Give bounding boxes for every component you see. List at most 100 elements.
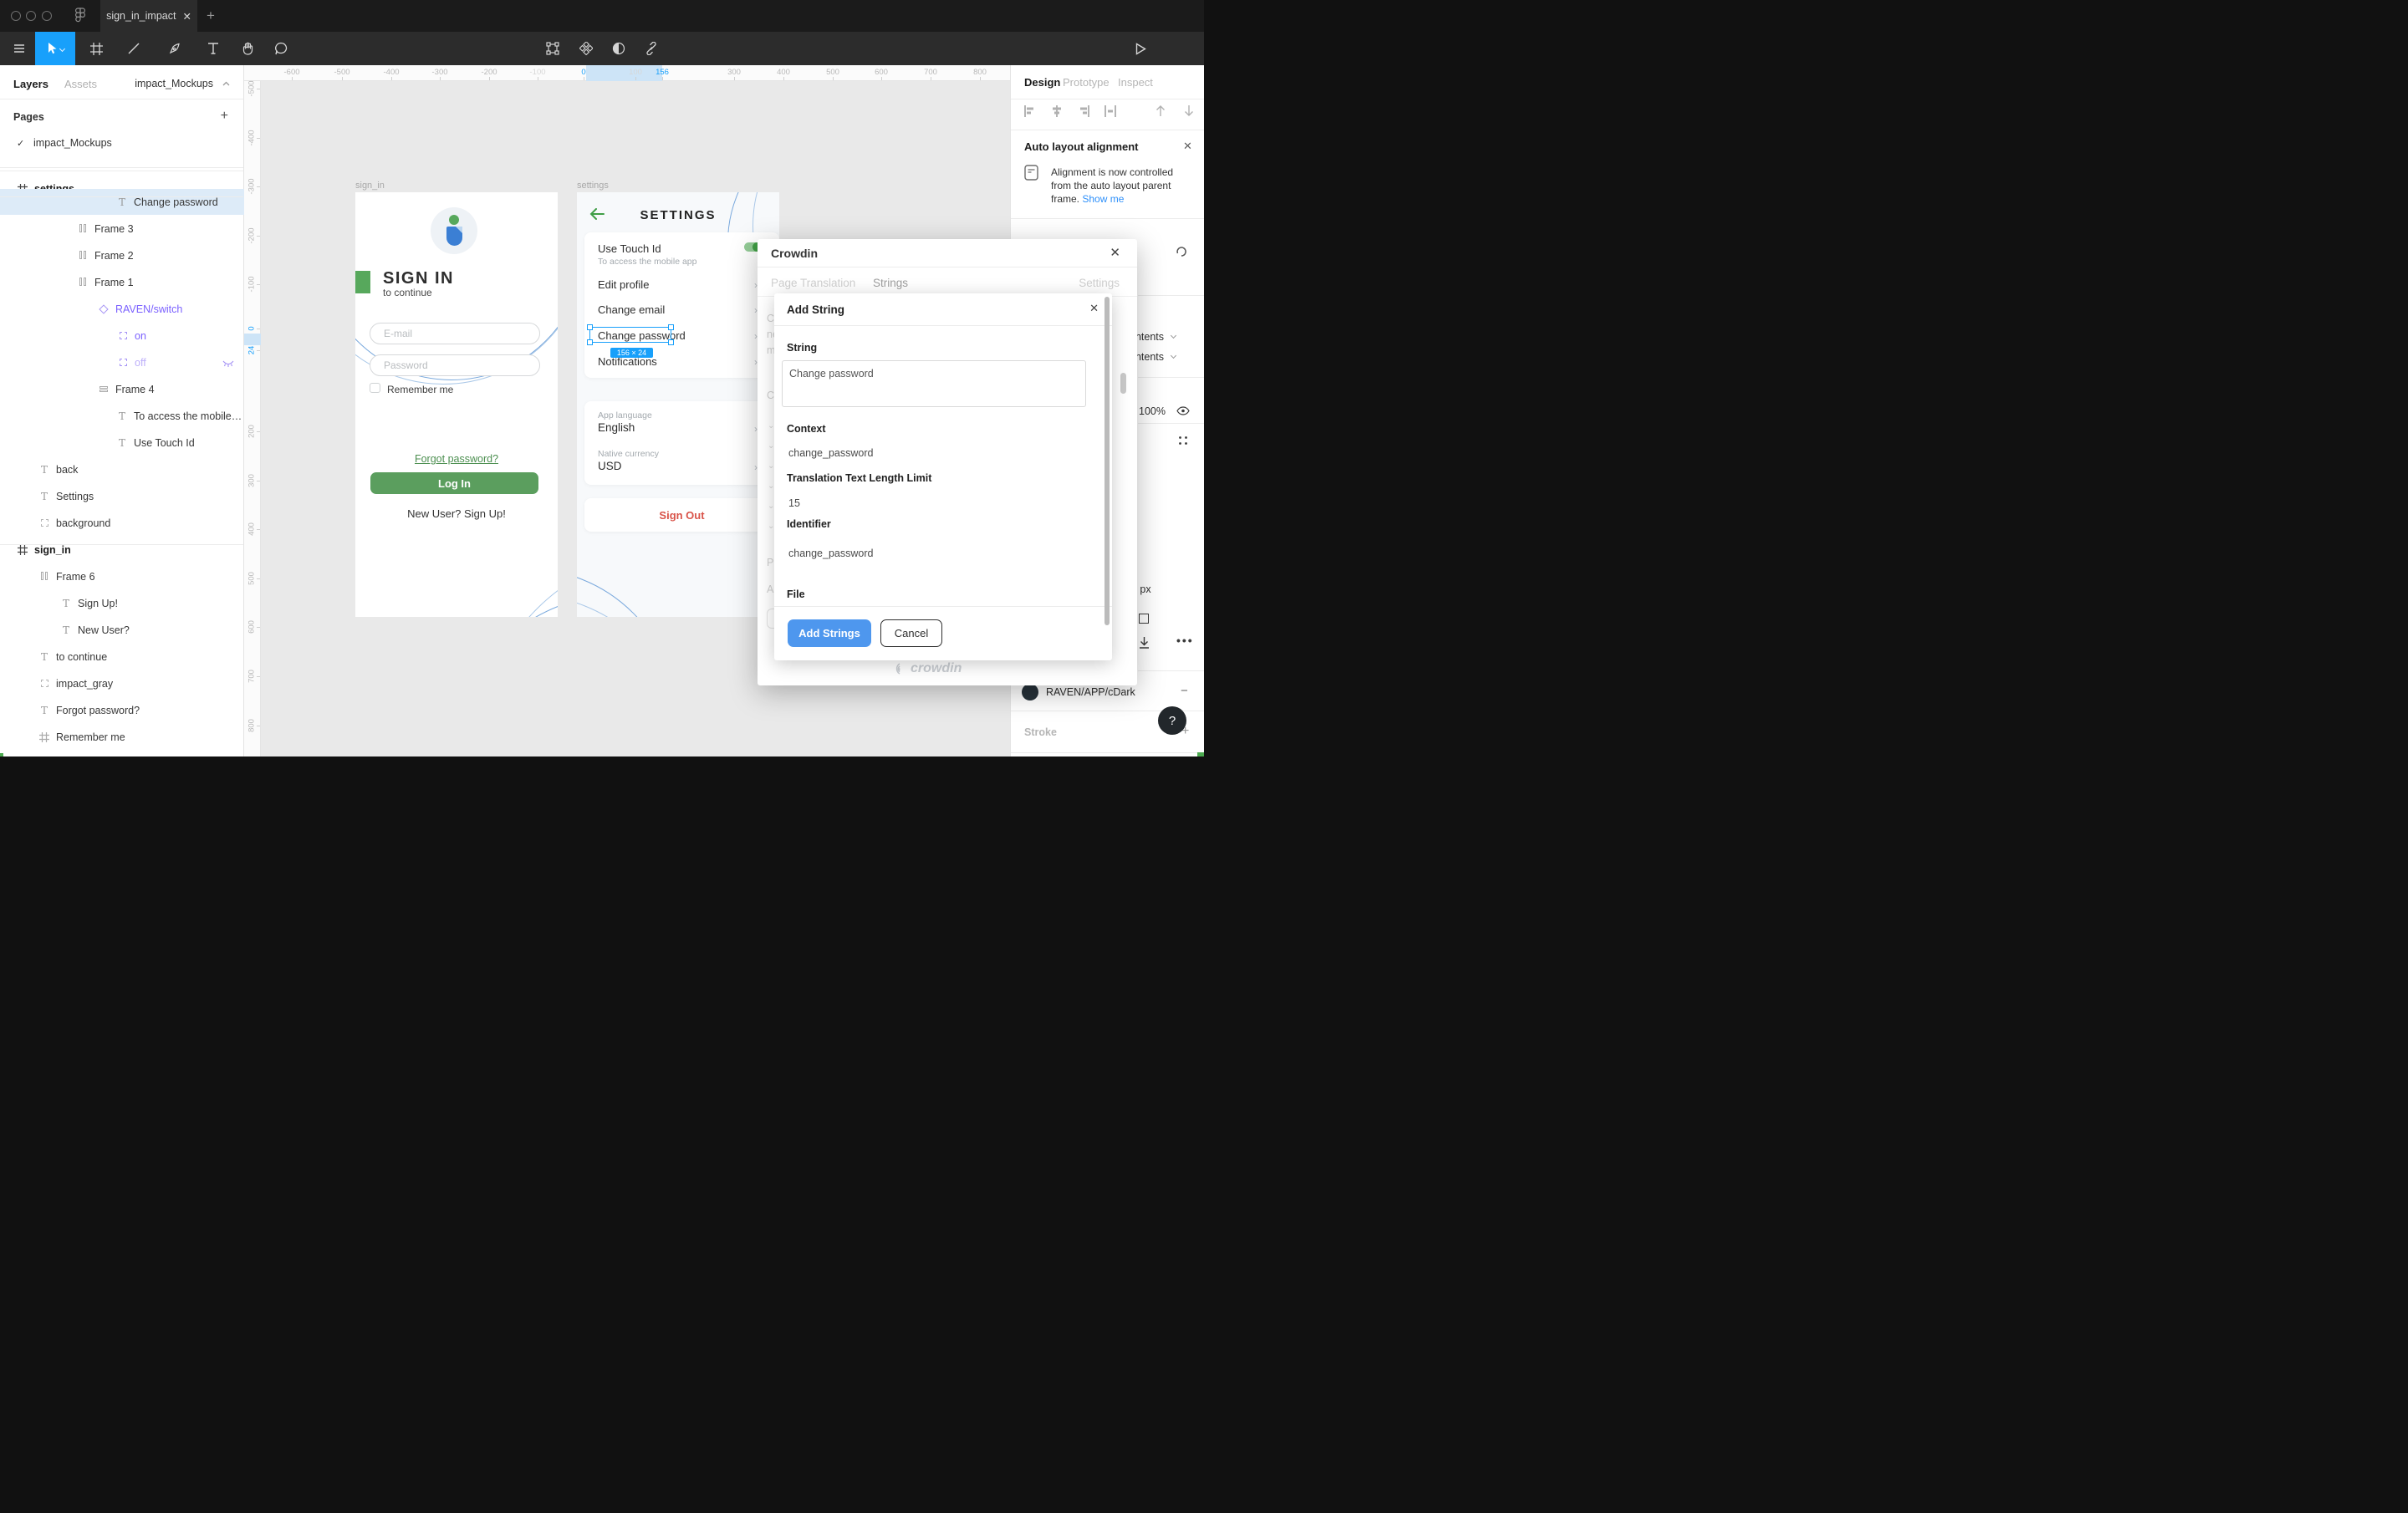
- layer-row-frame-2[interactable]: Frame 2: [0, 242, 244, 268]
- link-icon[interactable]: [640, 32, 662, 65]
- move-up-icon[interactable]: [1155, 104, 1166, 117]
- window-minimize-button[interactable]: [26, 11, 36, 21]
- window-zoom-button[interactable]: [42, 11, 52, 21]
- layer-row-new-user-[interactable]: TNew User?: [0, 617, 244, 643]
- frame-title-sign-in[interactable]: sign_in: [355, 181, 385, 191]
- help-button[interactable]: ?: [1158, 706, 1186, 735]
- eye-closed-icon[interactable]: [222, 357, 234, 372]
- main-menu-icon[interactable]: [8, 32, 30, 65]
- figma-logo-icon[interactable]: [74, 8, 86, 28]
- export-download-icon[interactable]: [1139, 636, 1150, 649]
- move-tool-dropdown-icon[interactable]: [59, 45, 65, 51]
- fill-style-name[interactable]: RAVEN/APP/cDark: [1046, 686, 1135, 698]
- align-right-icon[interactable]: [1078, 105, 1089, 117]
- tab-inspect[interactable]: Inspect: [1118, 76, 1153, 89]
- add-strings-button[interactable]: Add Strings: [788, 619, 871, 647]
- text-tool-icon[interactable]: [202, 32, 224, 65]
- tab-settings[interactable]: Settings: [1079, 277, 1120, 289]
- layer-row-sign-in[interactable]: sign_in: [0, 537, 244, 563]
- remove-fill-icon[interactable]: −: [1181, 684, 1188, 698]
- align-left-icon[interactable]: [1024, 105, 1036, 117]
- layer-row-frame-4[interactable]: Frame 4: [0, 376, 244, 402]
- use-as-mask-icon[interactable]: [608, 32, 630, 65]
- alignment-close-icon[interactable]: ✕: [1183, 140, 1192, 153]
- email-field[interactable]: E-mail: [370, 323, 540, 344]
- dialog-scrollbar[interactable]: [1120, 373, 1126, 394]
- layer-row-on[interactable]: on: [0, 323, 244, 349]
- frame-title-settings[interactable]: settings: [577, 181, 609, 191]
- hand-tool-icon[interactable]: [237, 32, 258, 65]
- document-tab[interactable]: sign_in_impact ✕: [100, 0, 197, 32]
- layer-row-to-continue[interactable]: Tto continue: [0, 644, 244, 670]
- layer-row-impact-gray[interactable]: impact_gray: [0, 670, 244, 696]
- settings-mockup[interactable]: SETTINGS Use Touch IdTo access the mobil…: [577, 192, 779, 617]
- edit-object-icon[interactable]: [542, 32, 564, 65]
- window-close-button[interactable]: [11, 11, 21, 21]
- tab-close-icon[interactable]: ✕: [182, 10, 191, 23]
- tab-layers[interactable]: Layers: [13, 78, 48, 90]
- fill-color-swatch[interactable]: [1022, 684, 1038, 700]
- layer-row-frame-6[interactable]: Frame 6: [0, 563, 244, 589]
- selection-outline[interactable]: [589, 327, 671, 343]
- tab-assets[interactable]: Assets: [64, 78, 97, 90]
- tab-design[interactable]: Design: [1024, 76, 1060, 89]
- pen-tool-icon[interactable]: [164, 32, 186, 65]
- align-horizontal-center-icon[interactable]: [1051, 105, 1063, 117]
- comment-tool-icon[interactable]: [270, 32, 292, 65]
- settings-row-change-email[interactable]: Change email: [598, 303, 665, 316]
- add-page-button[interactable]: +: [221, 109, 228, 124]
- layer-row-frame-3[interactable]: Frame 3: [0, 216, 244, 242]
- settings-row-use-touch-id[interactable]: Use Touch Id: [598, 242, 661, 255]
- layer-row-frame-1[interactable]: Frame 1: [0, 269, 244, 295]
- page-item[interactable]: impact_Mockups: [33, 137, 112, 149]
- layer-row-background[interactable]: background: [0, 510, 244, 536]
- cancel-button[interactable]: Cancel: [880, 619, 942, 647]
- password-field[interactable]: Password: [370, 354, 540, 376]
- length-limit-value[interactable]: 15: [788, 497, 800, 509]
- frame-tool-icon[interactable]: [85, 32, 107, 65]
- sign-up-text[interactable]: New User? Sign Up!: [355, 507, 558, 520]
- sign-in-mockup[interactable]: SIGN IN to continue E-mail Password Reme…: [355, 192, 558, 617]
- sign-out-card[interactable]: Sign Out: [584, 498, 779, 532]
- app-language-value[interactable]: English: [598, 421, 635, 434]
- context-field-value[interactable]: change_password: [788, 447, 873, 459]
- layer-row-back[interactable]: Tback: [0, 456, 244, 482]
- tab-strings[interactable]: Strings: [873, 277, 908, 289]
- layer-row-use-touch-id[interactable]: TUse Touch Id: [0, 430, 244, 456]
- visibility-eye-icon[interactable]: [1176, 406, 1190, 415]
- new-tab-button[interactable]: +: [207, 8, 215, 24]
- log-in-button[interactable]: Log In: [370, 472, 538, 494]
- layer-row-settings[interactable]: TSettings: [0, 483, 244, 509]
- layer-row-raven-switch[interactable]: RAVEN/switch: [0, 296, 244, 322]
- rotation-icon[interactable]: [1176, 246, 1187, 257]
- layer-row-sign-up-[interactable]: TSign Up!: [0, 590, 244, 616]
- create-component-icon[interactable]: [575, 32, 597, 65]
- modal-scrollbar[interactable]: [1105, 297, 1110, 625]
- opacity-value[interactable]: 100%: [1139, 405, 1166, 417]
- layer-row-off[interactable]: off: [0, 349, 244, 375]
- layer-row-forgot-password-[interactable]: TForgot password?: [0, 697, 244, 723]
- move-down-icon[interactable]: [1183, 104, 1195, 117]
- layer-row-remember-me[interactable]: Remember me: [0, 724, 244, 750]
- shape-tool-icon[interactable]: [123, 32, 145, 65]
- layer-row-to-access-the-mobile-[interactable]: TTo access the mobile…: [0, 403, 244, 429]
- show-me-link[interactable]: Show me: [1082, 193, 1124, 205]
- tab-page-translation[interactable]: Page Translation: [771, 277, 855, 289]
- identifier-value[interactable]: change_password: [788, 548, 873, 559]
- modal-close-icon[interactable]: ✕: [1089, 302, 1099, 315]
- distribute-icon[interactable]: [1105, 105, 1116, 117]
- layer-row-change-password[interactable]: TChange password: [0, 189, 244, 215]
- forgot-password-link[interactable]: Forgot password?: [355, 453, 558, 465]
- move-tool-button[interactable]: [35, 32, 75, 65]
- more-options-icon[interactable]: •••: [1176, 634, 1194, 647]
- project-collapse-icon[interactable]: [222, 81, 230, 86]
- native-currency-value[interactable]: USD: [598, 460, 622, 472]
- tab-prototype[interactable]: Prototype: [1063, 76, 1110, 89]
- dialog-close-icon[interactable]: ✕: [1110, 245, 1120, 260]
- export-preview-icon[interactable]: [1139, 614, 1149, 624]
- independent-corners-icon[interactable]: [1178, 436, 1188, 446]
- settings-row-edit-profile[interactable]: Edit profile: [598, 278, 649, 291]
- string-field-input[interactable]: Change password: [782, 360, 1086, 407]
- sign-out-label[interactable]: Sign Out: [659, 509, 704, 522]
- project-name[interactable]: impact_Mockups: [135, 78, 213, 89]
